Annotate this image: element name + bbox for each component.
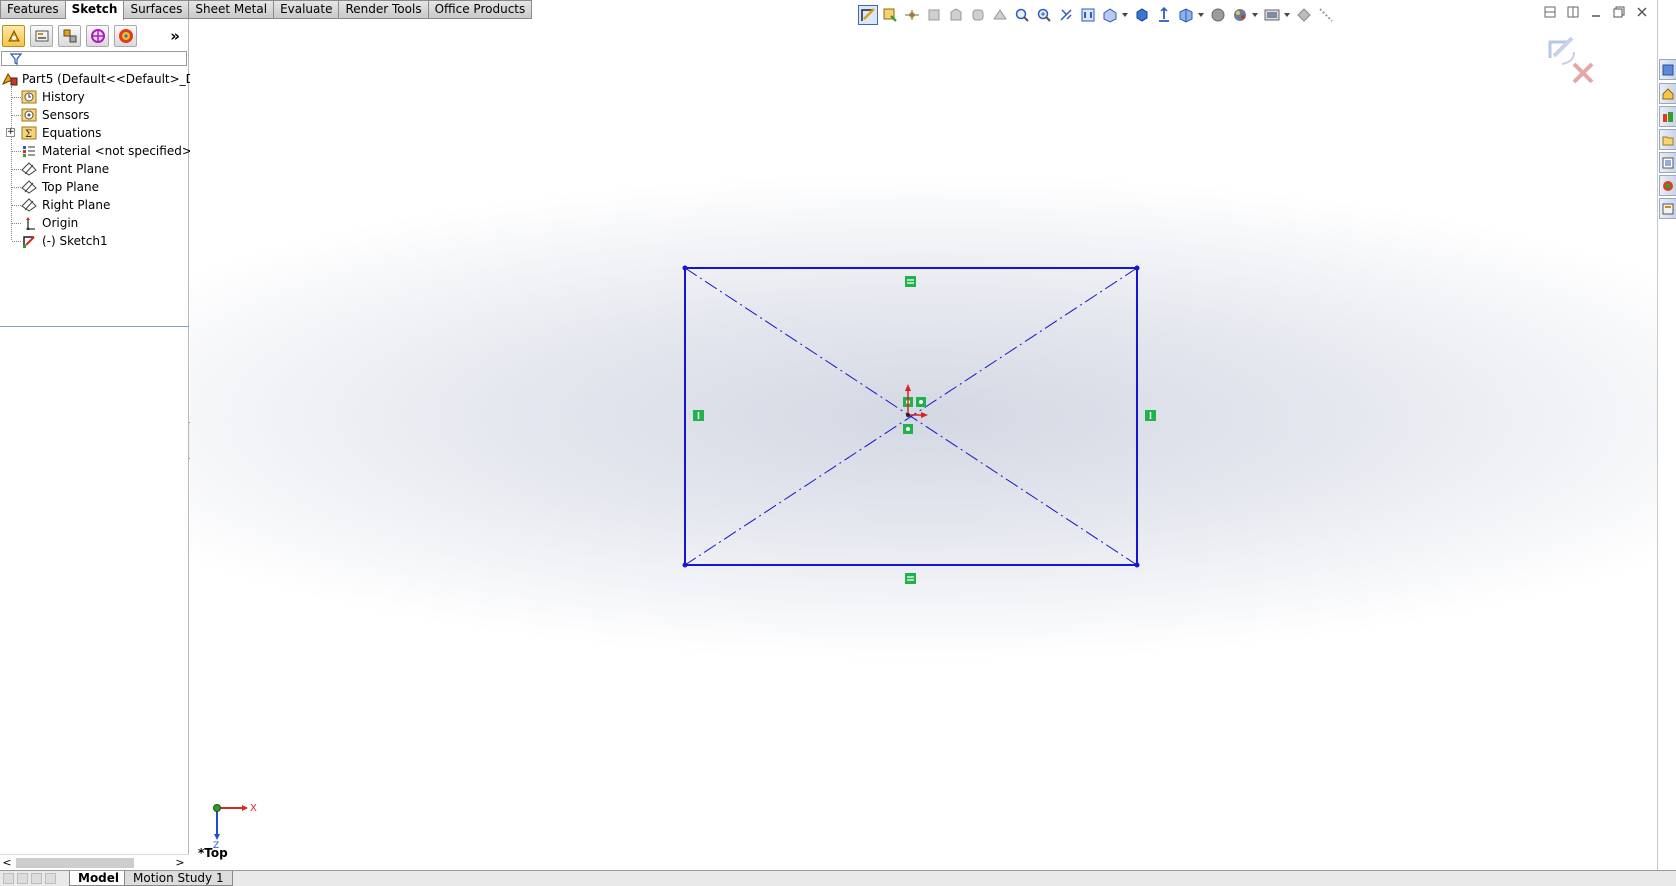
tree-item-equations[interactable]: + Σ Equations bbox=[0, 124, 188, 142]
expand-plus-icon[interactable]: + bbox=[6, 128, 15, 137]
tab-surfaces[interactable]: Surfaces bbox=[124, 0, 190, 19]
tree-item-label: History bbox=[42, 90, 85, 104]
next-tab-icon[interactable] bbox=[31, 873, 42, 884]
construction-diagonals[interactable] bbox=[684, 267, 1138, 566]
tree-item-right-plane[interactable]: Right Plane bbox=[0, 196, 188, 214]
scroll-right-icon[interactable]: > bbox=[173, 855, 187, 871]
view-orientation-label: *Top bbox=[198, 846, 228, 860]
tree-item-origin[interactable]: Origin bbox=[0, 214, 188, 232]
configuration-manager-tab-icon[interactable] bbox=[58, 24, 81, 47]
tree-item-label: Origin bbox=[42, 216, 79, 230]
tree-item-top-plane[interactable]: Top Plane bbox=[0, 178, 188, 196]
last-tab-icon[interactable] bbox=[45, 873, 56, 884]
task-pane-toggle-icon[interactable] bbox=[1659, 59, 1676, 80]
horizontal-relation-badge[interactable] bbox=[905, 276, 916, 287]
feature-manager-tab-icon[interactable] bbox=[2, 24, 25, 47]
sketch-icon bbox=[23, 236, 35, 248]
tree-item-material[interactable]: Material <not specified> bbox=[0, 142, 192, 160]
svg-text:Σ: Σ bbox=[25, 129, 32, 140]
tab-sheet-metal[interactable]: Sheet Metal bbox=[189, 0, 275, 19]
scroll-thumb[interactable] bbox=[16, 858, 134, 868]
dimxpert-manager-tab-icon[interactable] bbox=[86, 24, 109, 47]
graphics-area[interactable]: X Z *Top bbox=[190, 0, 1657, 870]
reference-triad: X Z bbox=[213, 803, 257, 848]
tree-item-label: Right Plane bbox=[42, 198, 111, 212]
plane-icon bbox=[21, 198, 37, 212]
tab-sketch[interactable]: Sketch bbox=[65, 0, 125, 20]
history-folder-icon bbox=[21, 90, 37, 104]
feature-tree-hscrollbar[interactable]: < > bbox=[0, 854, 189, 870]
bottom-tab-bar: Model Motion Study 1 bbox=[0, 870, 1676, 886]
command-manager-tabs: Features Sketch Surfaces Sheet Metal Eva… bbox=[0, 0, 533, 20]
material-icon bbox=[23, 146, 35, 157]
vertical-relation-badge[interactable] bbox=[693, 410, 704, 421]
rollback-bar[interactable] bbox=[0, 326, 189, 327]
vertical-relation-badge[interactable] bbox=[1145, 410, 1156, 421]
tree-item-history[interactable]: History bbox=[0, 88, 188, 106]
tree-item-label: (-) Sketch1 bbox=[42, 234, 108, 248]
tree-root-part[interactable]: Part5 (Default<<Default>_Disp bbox=[0, 70, 212, 88]
tree-item-label: Sensors bbox=[42, 108, 90, 122]
design-library-icon[interactable] bbox=[1659, 106, 1676, 127]
horizontal-relation-badge[interactable] bbox=[905, 573, 916, 584]
tree-item-label: Equations bbox=[42, 126, 102, 140]
tree-item-label: Top Plane bbox=[42, 180, 99, 194]
part-icon bbox=[2, 73, 18, 86]
custom-properties-icon[interactable] bbox=[1659, 198, 1676, 219]
file-explorer-icon[interactable] bbox=[1659, 129, 1676, 150]
equations-folder-icon: Σ bbox=[21, 126, 37, 140]
tab-features[interactable]: Features bbox=[0, 0, 66, 19]
sensors-folder-icon bbox=[21, 108, 37, 122]
triad-x-label: X bbox=[250, 803, 257, 814]
expand-manager-tabs-icon[interactable]: » bbox=[170, 27, 180, 45]
tab-evaluate[interactable]: Evaluate bbox=[274, 0, 340, 19]
sketch-canvas bbox=[682, 265, 1156, 584]
view-palette-icon[interactable] bbox=[1659, 152, 1676, 173]
origin-icon bbox=[26, 217, 35, 230]
tree-item-sketch1[interactable]: (-) Sketch1 bbox=[0, 232, 188, 250]
tree-item-label: Front Plane bbox=[42, 162, 110, 176]
feature-manager-pane: » Part5 (Default<<Default>_Disp History … bbox=[0, 19, 212, 870]
tab-motion-study-1[interactable]: Motion Study 1 bbox=[124, 871, 233, 886]
tree-item-front-plane[interactable]: Front Plane bbox=[0, 160, 188, 178]
appearances-scenes-icon[interactable] bbox=[1659, 175, 1676, 196]
property-manager-tab-icon[interactable] bbox=[30, 24, 53, 47]
filter-icon bbox=[10, 53, 22, 65]
feature-tree: Part5 (Default<<Default>_Disp History Se… bbox=[0, 70, 212, 327]
task-pane-tabs bbox=[1657, 0, 1676, 870]
tab-render-tools[interactable]: Render Tools bbox=[339, 0, 429, 19]
tree-item-label: Material <not specified> bbox=[42, 144, 192, 158]
tree-item-sensors[interactable]: Sensors bbox=[0, 106, 188, 124]
tab-office-products[interactable]: Office Products bbox=[428, 0, 533, 19]
display-manager-tab-icon[interactable] bbox=[114, 24, 137, 47]
solidworks-resources-icon[interactable] bbox=[1659, 83, 1676, 104]
tab-model[interactable]: Model bbox=[69, 871, 129, 886]
previous-tab-icon[interactable] bbox=[17, 873, 28, 884]
scroll-left-icon[interactable]: < bbox=[0, 855, 14, 871]
plane-icon bbox=[21, 162, 37, 176]
plane-icon bbox=[21, 180, 37, 194]
feature-tree-filter-input[interactable] bbox=[1, 51, 187, 66]
manager-tab-bar: » bbox=[0, 24, 188, 47]
tree-root-label: Part5 (Default<<Default>_Disp bbox=[22, 72, 213, 86]
first-tab-icon[interactable] bbox=[3, 873, 14, 884]
